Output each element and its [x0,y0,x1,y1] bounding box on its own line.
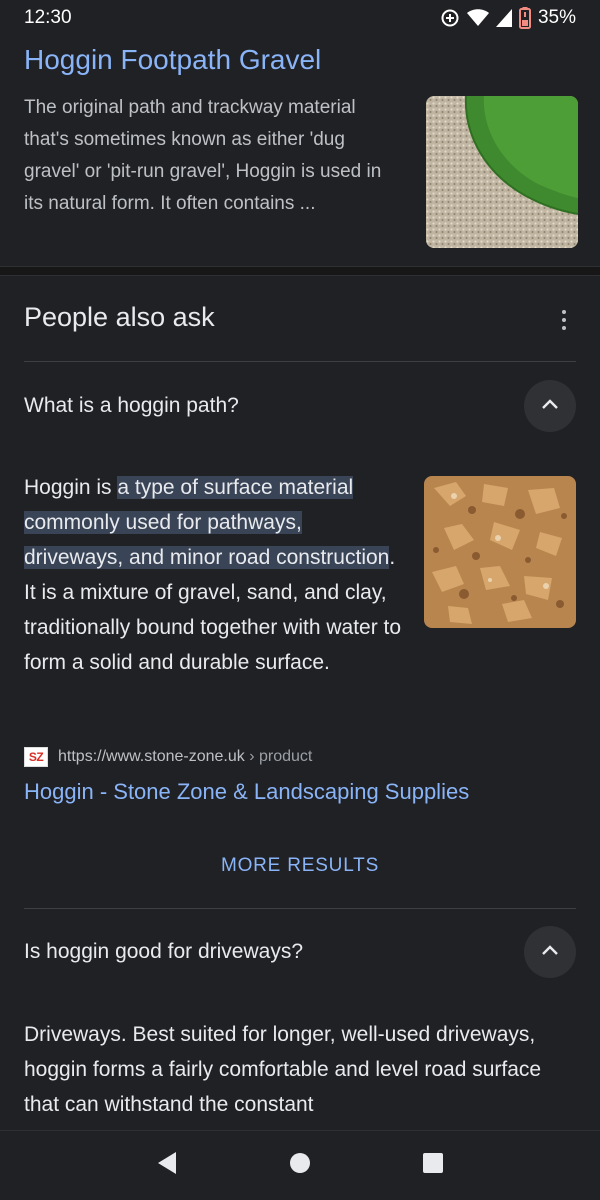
answer-thumbnail[interactable] [424,476,576,628]
data-saver-icon [440,8,460,28]
battery-percent: 35% [537,7,576,28]
source-url-crumb: › product [244,748,313,765]
status-bar: 12:30 35% [0,0,600,36]
more-results-button[interactable]: MORE RESULTS [0,855,600,877]
section-divider [0,266,600,276]
more-vert-icon[interactable] [552,306,576,334]
source-row[interactable]: SZ https://www.stone-zone.uk › product [24,745,312,769]
answer-2: Driveways. Best suited for longer, well-… [24,1023,542,1116]
source-title-link[interactable]: Hoggin - Stone Zone & Landscaping Suppli… [24,779,469,805]
question-text: Is hoggin good for driveways? [24,940,303,963]
divider [24,908,576,909]
top-result-snippet: The original path and trackway material … [24,97,382,214]
question-row-2[interactable]: Is hoggin good for driveways? [24,922,576,982]
chevron-up-icon [541,397,559,415]
source-url-domain: https://www.stone-zone.uk [58,748,245,765]
status-time: 12:30 [24,7,72,28]
system-nav-bar [0,1130,600,1200]
home-button[interactable] [270,1136,330,1196]
home-icon [289,1152,311,1179]
people-also-ask-header: People also ask [24,302,576,342]
back-icon [156,1151,178,1180]
recents-button[interactable] [403,1136,463,1196]
top-result-thumbnail[interactable] [426,96,578,248]
top-result: Hoggin Footpath Gravel The original path… [0,36,600,266]
people-also-ask-title: People also ask [24,302,215,332]
answer-text-start: Hoggin is [24,476,118,499]
question-row-1[interactable]: What is a hoggin path? [24,376,576,436]
wifi-icon [466,9,489,27]
signal-icon [495,9,512,27]
answer-1: Hoggin is a type of surface material com… [24,470,576,680]
chevron-up-icon [541,943,559,961]
stone-zone-favicon: SZ [24,747,48,767]
top-result-title[interactable]: Hoggin Footpath Gravel [24,44,321,76]
recents-icon [422,1152,444,1179]
divider [24,361,576,362]
source-url: https://www.stone-zone.uk › product [58,748,312,766]
back-button[interactable] [137,1136,197,1196]
collapse-button[interactable] [524,926,576,978]
status-icons: 35% [440,7,576,29]
collapse-button[interactable] [524,380,576,432]
question-text: What is a hoggin path? [24,394,239,417]
battery-icon [518,7,531,29]
